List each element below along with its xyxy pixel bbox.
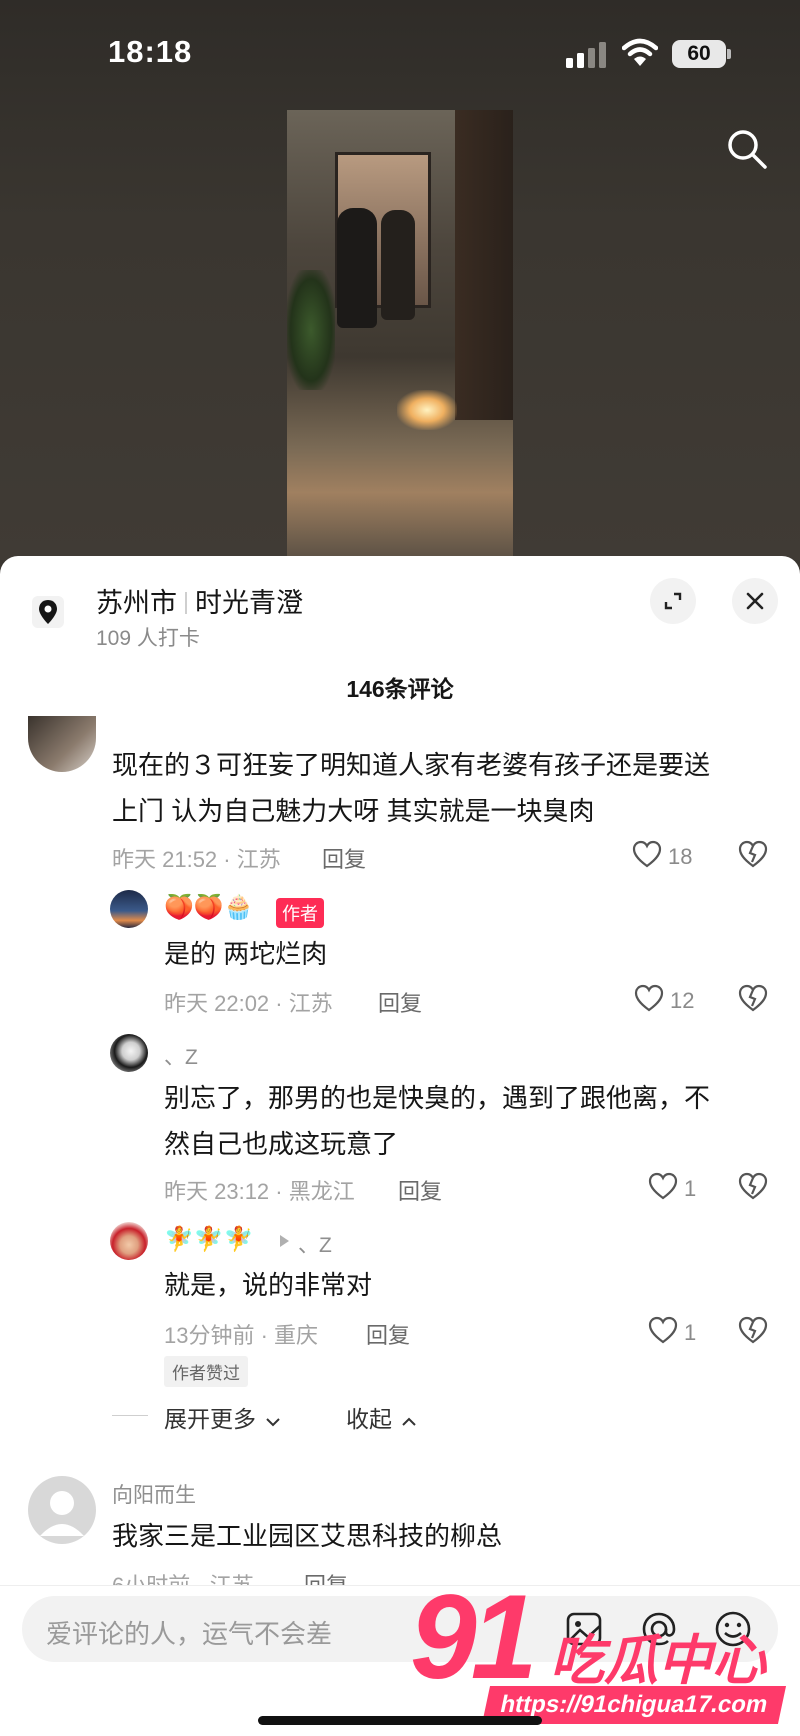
thread-divider-line [112, 1415, 148, 1416]
like-count: 1 [684, 1176, 697, 1201]
comment-count: 146条评论 [346, 676, 454, 702]
dislike-icon[interactable] [738, 1172, 768, 1200]
comment-input-placeholder[interactable]: 爱评论的人，运气不会差 [46, 1614, 332, 1651]
author-badge: 作者 [276, 898, 324, 928]
expand-icon [664, 592, 682, 610]
status-time: 18:18 [108, 34, 193, 69]
reply-button[interactable]: 回复 [378, 986, 422, 1018]
expand-more-button[interactable]: 展开更多 [164, 1400, 281, 1434]
comment-text: 现在的３可狂妄了明知道人家有老婆有孩子还是要送 上门 认为自己魅力大呀 其实就是… [112, 742, 710, 834]
location-separator [185, 592, 187, 614]
author-liked-tag: 作者赞过 [164, 1356, 248, 1387]
comment-meta: 昨天 22:02 · 江苏 [164, 991, 333, 1016]
like-count: 12 [670, 988, 695, 1013]
reply-arrow-icon [280, 1235, 289, 1247]
cellular-signal-icon [566, 42, 606, 68]
comment-text-line: 上门 认为自己魅力大呀 其实就是一块臭肉 [112, 796, 595, 826]
reply-button[interactable]: 回复 [366, 1318, 410, 1350]
avatar[interactable] [110, 890, 148, 928]
comment-meta: 昨天 21:52 · 江苏 [112, 847, 281, 872]
heart-icon[interactable] [634, 984, 664, 1012]
location-place[interactable]: 时光青澄 [195, 588, 303, 618]
home-indicator[interactable] [258, 1716, 542, 1725]
comment-text: 我家三是工业园区艾思科技的柳总 [112, 1521, 503, 1551]
chevron-up-icon [402, 1417, 417, 1426]
dislike-icon[interactable] [738, 1316, 768, 1344]
battery-indicator: 60 [672, 40, 726, 68]
dislike-icon[interactable] [738, 840, 768, 868]
video-frame[interactable] [287, 110, 513, 560]
username-emoji[interactable]: 🍑🍑🧁 [164, 893, 254, 922]
comment-username[interactable] [112, 716, 222, 726]
battery-level: 60 [687, 42, 711, 65]
like-count: 1 [684, 1320, 697, 1345]
dislike-icon[interactable] [738, 984, 768, 1012]
collapse-label: 收起 [346, 1406, 392, 1432]
comment-meta: 13分钟前 · 重庆 [164, 1323, 319, 1348]
comment-text: 别忘了，那男的也是快臭的，遇到了跟他离，不 然自己也成这玩意了 [164, 1075, 710, 1167]
comment-text: 是的 两坨烂肉 [164, 939, 328, 969]
video-wall [455, 110, 513, 420]
reply-button[interactable]: 回复 [322, 842, 366, 874]
battery-tip [727, 49, 731, 59]
heart-icon[interactable] [648, 1172, 678, 1200]
wifi-icon [622, 38, 658, 66]
video-person [381, 210, 415, 320]
watermark-logo-name: 吃瓜中心 [550, 1631, 766, 1691]
comment-text-line: 现在的３可狂妄了明知道人家有老婆有孩子还是要送 [112, 750, 711, 780]
chevron-down-icon [266, 1418, 281, 1427]
location-city[interactable]: 苏州市 [96, 588, 177, 618]
location-title[interactable]: 苏州市 时光青澄 [96, 581, 303, 620]
collapse-button[interactable]: 收起 [346, 1400, 417, 1434]
reply-button[interactable]: 回复 [398, 1174, 442, 1206]
avatar[interactable] [110, 1034, 148, 1072]
location-checkins: 109 人打卡 [96, 627, 200, 650]
comment-text-line: 然自己也成这玩意了 [164, 1129, 399, 1159]
heart-icon[interactable] [648, 1316, 678, 1344]
location-pin-icon [32, 596, 64, 628]
reply-to-username[interactable]: 、Z [298, 1229, 332, 1259]
like-count: 18 [668, 844, 693, 869]
comment-username[interactable]: 、Z [164, 1041, 198, 1071]
video-floor-light [397, 390, 457, 430]
expand-button[interactable] [650, 578, 696, 624]
close-icon [746, 592, 764, 610]
expand-more-label: 展开更多 [164, 1406, 256, 1432]
close-button[interactable] [732, 578, 778, 624]
comment-text-line: 别忘了，那男的也是快臭的，遇到了跟他离，不 [164, 1083, 711, 1113]
person-icon [40, 1491, 84, 1536]
username-emoji[interactable]: 🧚🧚🧚 [164, 1225, 254, 1254]
avatar[interactable] [110, 1222, 148, 1260]
comment-text: 就是，说的非常对 [164, 1270, 373, 1300]
video-plant [287, 270, 335, 390]
default-avatar[interactable] [28, 1476, 96, 1544]
search-icon[interactable] [726, 128, 768, 170]
comment-meta: 昨天 23:12 · 黑龙江 [164, 1179, 355, 1204]
video-person [337, 208, 377, 328]
heart-icon[interactable] [632, 840, 662, 868]
comment-username[interactable]: 向阳而生 [112, 1479, 196, 1509]
